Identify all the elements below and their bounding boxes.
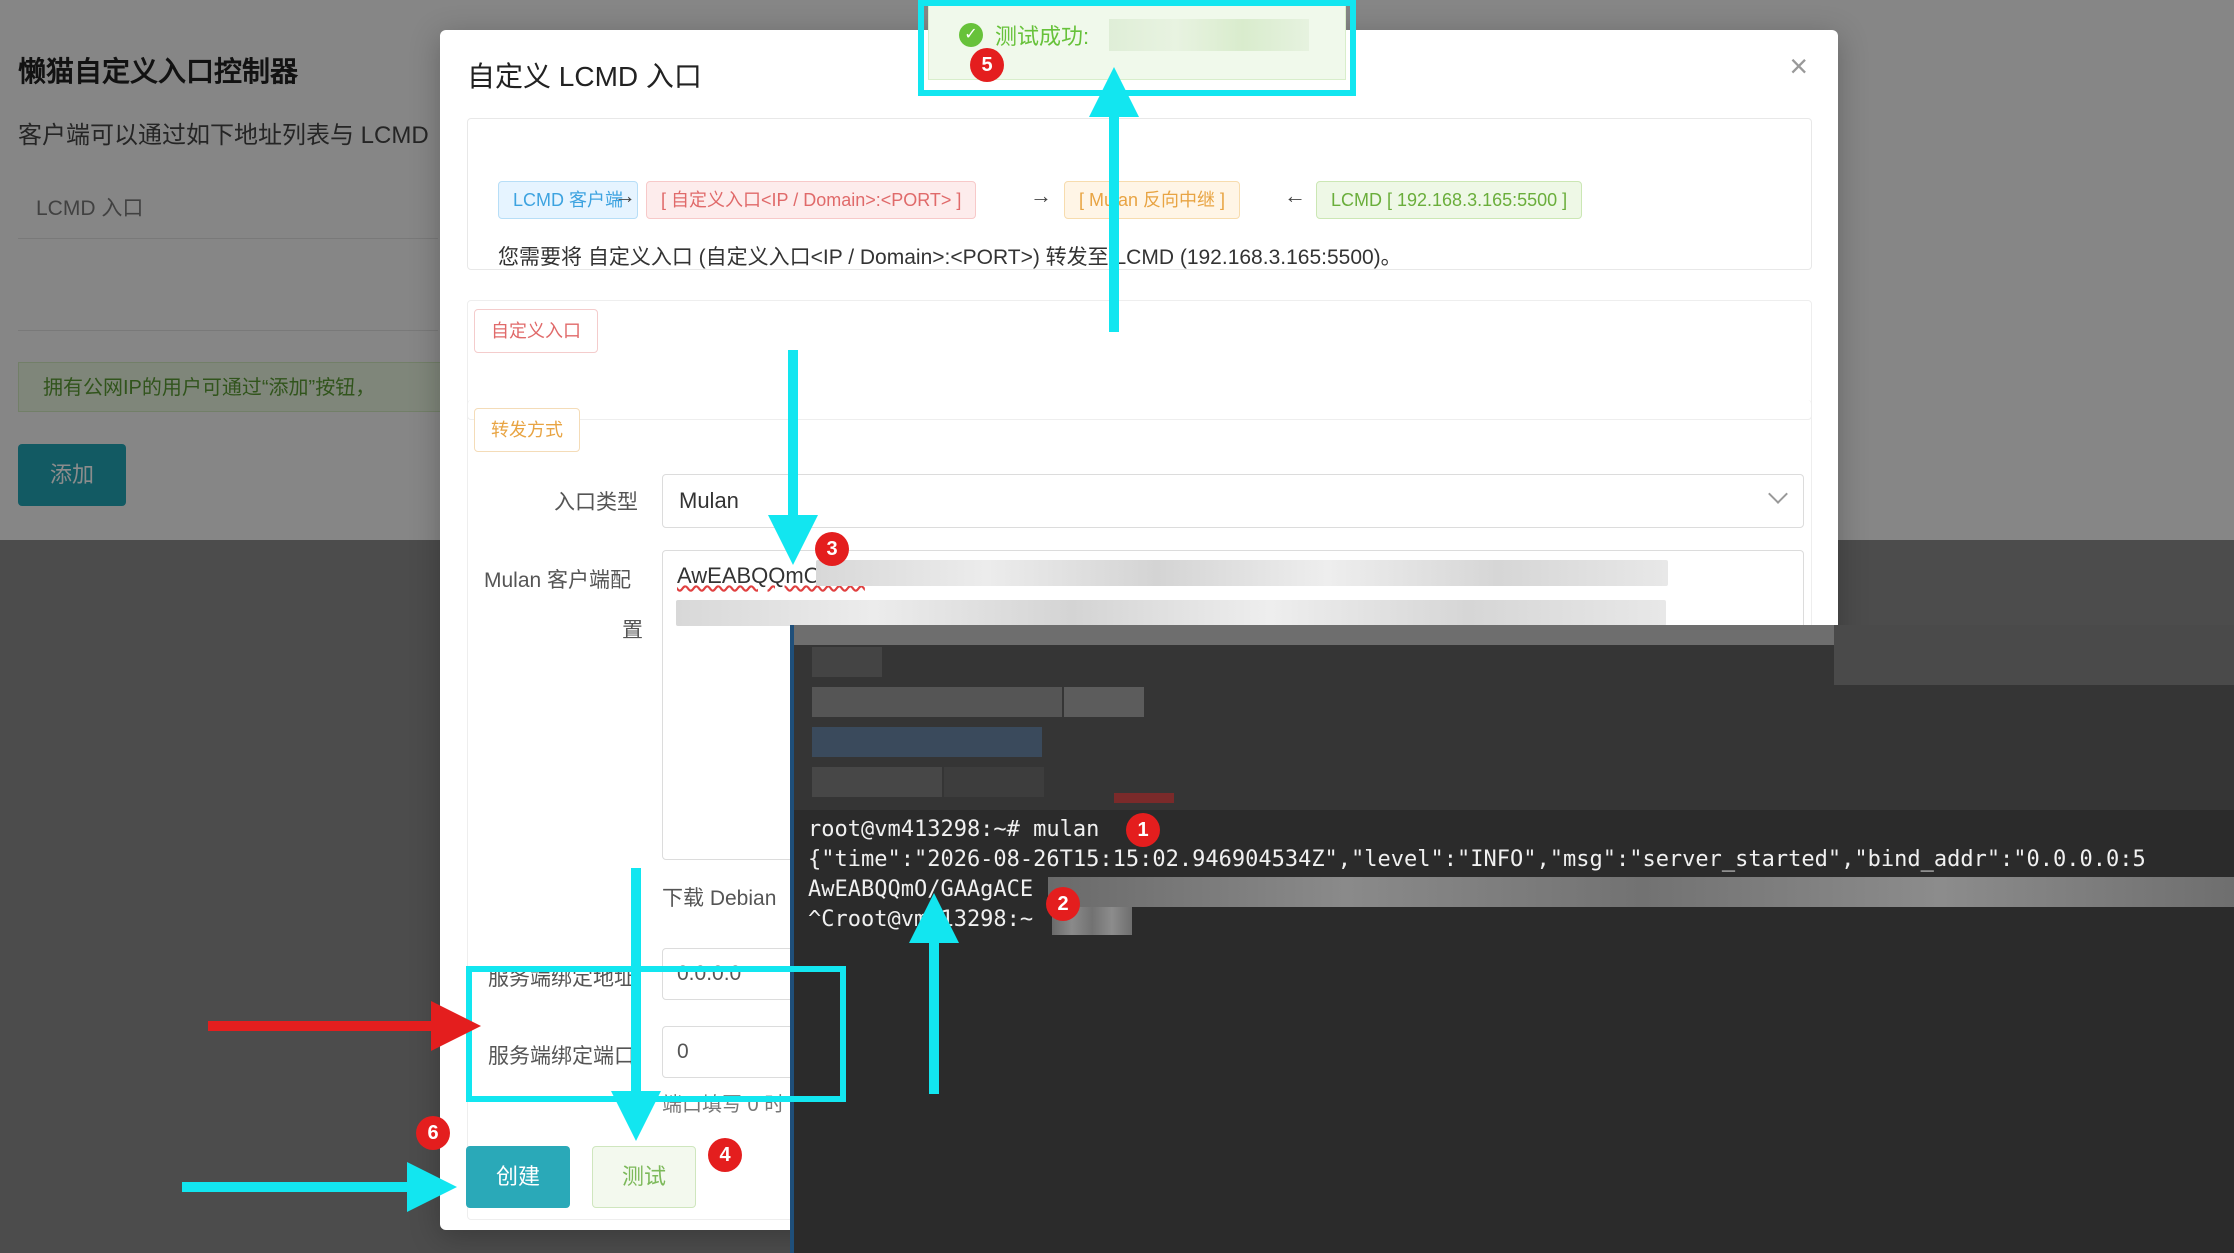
step-badge-6: 6	[416, 1116, 450, 1150]
step-badge-4: 4	[708, 1138, 742, 1172]
step-badge-1: 1	[1126, 813, 1160, 847]
step-badge-2: 2	[1046, 887, 1080, 921]
annotation-arrows	[182, 67, 1139, 1212]
step-badge-3: 3	[815, 532, 849, 566]
step-badge-5: 5	[970, 48, 1004, 82]
